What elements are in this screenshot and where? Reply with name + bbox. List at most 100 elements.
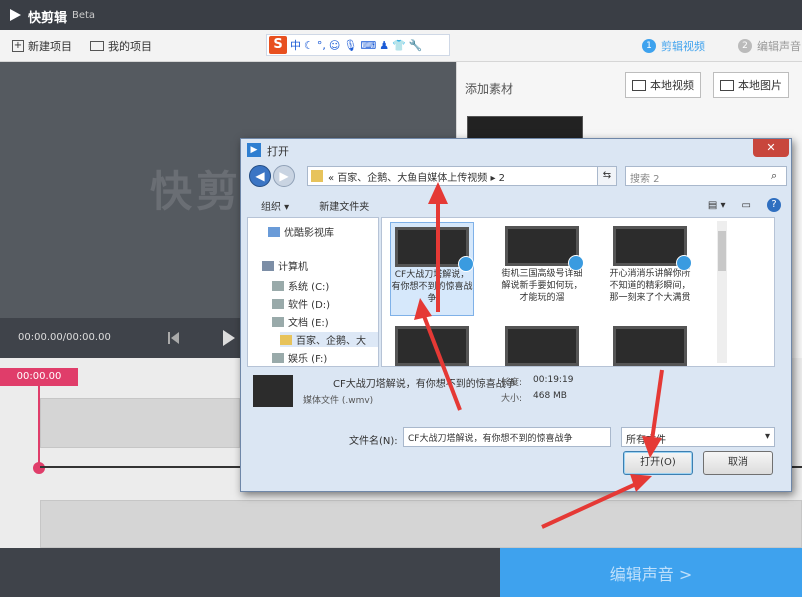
file-name: 开心消消乐讲解你所不知道的精彩瞬间，那一刻来了个大满贯 — [609, 269, 691, 303]
nav-item-label: 优酷影视库 — [284, 228, 334, 239]
file-item[interactable] — [608, 322, 692, 366]
new-project-button[interactable]: + 新建项目 — [12, 38, 72, 54]
my-projects-label: 我的项目 — [108, 40, 152, 53]
step-edit-audio[interactable]: 2 编辑声音 — [738, 38, 801, 54]
file-item[interactable]: 开心消消乐讲解你所不知道的精彩瞬间，那一刻来了个大满贯 — [608, 222, 692, 316]
file-item[interactable]: 街机三国高级号详细解说新手要如何玩，才能玩的溜 — [500, 222, 584, 316]
nav-item-label: 计算机 — [278, 262, 308, 273]
file-item[interactable] — [500, 322, 584, 366]
moon-icon[interactable]: ☾ — [304, 39, 314, 52]
step-label: 剪辑视频 — [661, 40, 705, 53]
new-folder-button[interactable]: 新建文件夹 — [319, 198, 369, 213]
detail-size-label: 大小: — [501, 394, 523, 404]
video-thumbnail — [395, 326, 469, 366]
nav-item-label: 系统 (C:) — [288, 282, 330, 293]
smile-icon[interactable]: ☺ — [329, 39, 340, 52]
folder-icon — [280, 334, 292, 345]
punctuation-icon[interactable]: °, — [317, 39, 326, 52]
video-thumbnail — [395, 227, 474, 272]
cancel-button[interactable]: 取消 — [703, 451, 773, 475]
search-input[interactable]: 搜索 2 — [625, 166, 787, 186]
my-projects-button[interactable]: 我的项目 — [90, 38, 152, 54]
file-name: 街机三国高级号详细解说新手要如何玩，才能玩的溜 — [501, 269, 583, 303]
back-button[interactable]: ◀ — [249, 165, 271, 187]
local-image-button[interactable]: 本地图片 — [713, 72, 789, 98]
detail-file-name: CF大战刀塔解说，有你想不到的惊喜战争 — [333, 379, 516, 390]
detail-size: 468 MB — [533, 391, 567, 401]
detail-duration-label: 长度: — [501, 378, 523, 388]
previous-frame-icon[interactable] — [168, 331, 180, 345]
video-thumbnail — [613, 226, 692, 271]
local-video-button[interactable]: 本地视频 — [625, 72, 701, 98]
nav-item-drive-e[interactable]: 文档 (E:) — [272, 314, 329, 329]
app-title-bar: 快剪辑 Beta — [0, 0, 802, 30]
help-icon[interactable]: ? — [767, 198, 781, 212]
dialog-close-button[interactable]: ✕ — [753, 139, 789, 157]
refresh-button[interactable]: ⇆ — [597, 166, 617, 186]
filename-label: 文件名(N): — [349, 436, 398, 447]
sogou-logo-icon: S — [269, 36, 287, 54]
video-thumbnail — [613, 326, 687, 366]
video-thumbnail — [505, 326, 579, 366]
local-video-label: 本地视频 — [650, 79, 694, 92]
dialog-app-icon: ▶ — [247, 143, 261, 157]
forward-button[interactable]: ▶ — [273, 165, 295, 187]
file-item[interactable] — [390, 322, 474, 366]
chevron-down-icon: ▾ — [764, 431, 770, 442]
new-project-label: 新建项目 — [28, 40, 72, 53]
local-image-label: 本地图片 — [738, 79, 782, 92]
file-item[interactable]: CF大战刀塔解说，有你想不到的惊喜战争 — [390, 222, 474, 316]
timeline-track-slot — [40, 500, 802, 548]
details-pane: CF大战刀塔解说，有你想不到的惊喜战争 媒体文件 (.wmv) 长度: 00:1… — [247, 369, 787, 415]
playback-time: 00:00.00/00:00.00 — [18, 332, 111, 343]
edit-audio-button[interactable]: 编辑声音 > — [500, 548, 802, 597]
play-icon[interactable] — [222, 329, 236, 347]
folder-icon — [311, 170, 323, 182]
step-label: 编辑声音 — [757, 40, 801, 53]
nav-item-drive-d[interactable]: 软件 (D:) — [272, 296, 330, 311]
wrench-icon[interactable]: 🔧 — [409, 39, 423, 52]
nav-item-drive-c[interactable]: 系统 (C:) — [272, 278, 329, 293]
nav-item-current-folder[interactable]: 百家、企鹅、大 — [280, 332, 378, 347]
timeline-cursor-handle[interactable] — [33, 462, 45, 474]
video-library-icon — [268, 226, 280, 237]
nav-item-label: 娱乐 (F:) — [288, 354, 328, 365]
dialog-toolbar: 组织 ▾ 新建文件夹 ▤ ▾ ▭ ? — [247, 194, 787, 216]
scrollbar-thumb[interactable] — [718, 231, 726, 271]
open-button[interactable]: 打开(O) — [623, 451, 693, 475]
file-list-scrollbar[interactable] — [717, 221, 727, 363]
arrow-left-icon: ◀ — [255, 169, 265, 183]
shirt-icon[interactable]: 👕 — [392, 39, 406, 52]
filename-input[interactable]: CF大战刀塔解说，有你想不到的惊喜战争 — [403, 427, 611, 447]
media-badge-icon — [568, 255, 584, 271]
organize-menu[interactable]: 组织 ▾ — [261, 198, 289, 213]
file-type-select[interactable]: 所有文件 ▾ — [621, 427, 775, 447]
close-icon: ✕ — [766, 141, 776, 154]
app-title: 快剪辑 — [28, 11, 68, 26]
ime-mode-toggle[interactable]: 中 — [290, 37, 301, 53]
media-badge-icon — [676, 255, 692, 271]
microphone-icon[interactable]: 🎙 — [343, 39, 357, 52]
view-options-icon[interactable]: ▤ ▾ — [708, 200, 726, 211]
video-thumbnail — [505, 226, 584, 271]
app-edition: Beta — [72, 10, 96, 21]
nav-item-drive-f[interactable]: 娱乐 (F:) — [272, 350, 327, 365]
address-path: « 百家、企鹅、大鱼自媒体上传视频 ▸ 2 — [328, 172, 506, 184]
file-list: CF大战刀塔解说，有你想不到的惊喜战争 街机三国高级号详细解说新手要如何玩，才能… — [381, 217, 775, 367]
file-type-value: 所有文件 — [626, 435, 666, 446]
step-edit-video[interactable]: 1 剪辑视频 — [642, 38, 705, 54]
file-name: CF大战刀塔解说，有你想不到的惊喜战争 — [391, 270, 473, 304]
nav-item-youku[interactable]: 优酷影视库 — [268, 224, 334, 239]
ime-toolbar[interactable]: S 中 ☾ °, ☺ 🎙 ⌨ ♟ 👕 🔧 — [266, 34, 450, 56]
nav-item-computer[interactable]: 计算机 — [262, 258, 308, 273]
search-icon: ⌕ — [771, 169, 778, 182]
address-bar[interactable]: « 百家、企鹅、大鱼自媒体上传视频 ▸ 2 — [307, 166, 615, 186]
nav-item-label: 软件 (D:) — [288, 300, 331, 311]
detail-duration: 00:19:19 — [533, 375, 574, 385]
keyboard-icon[interactable]: ⌨ — [360, 39, 376, 52]
preview-pane-icon[interactable]: ▭ — [742, 200, 751, 211]
dialog-title-bar: ▶ 打开 — [241, 139, 791, 161]
nav-item-label: 百家、企鹅、大 — [296, 336, 366, 347]
arrow-right-icon: ▶ — [279, 169, 289, 183]
user-icon[interactable]: ♟ — [379, 39, 389, 52]
